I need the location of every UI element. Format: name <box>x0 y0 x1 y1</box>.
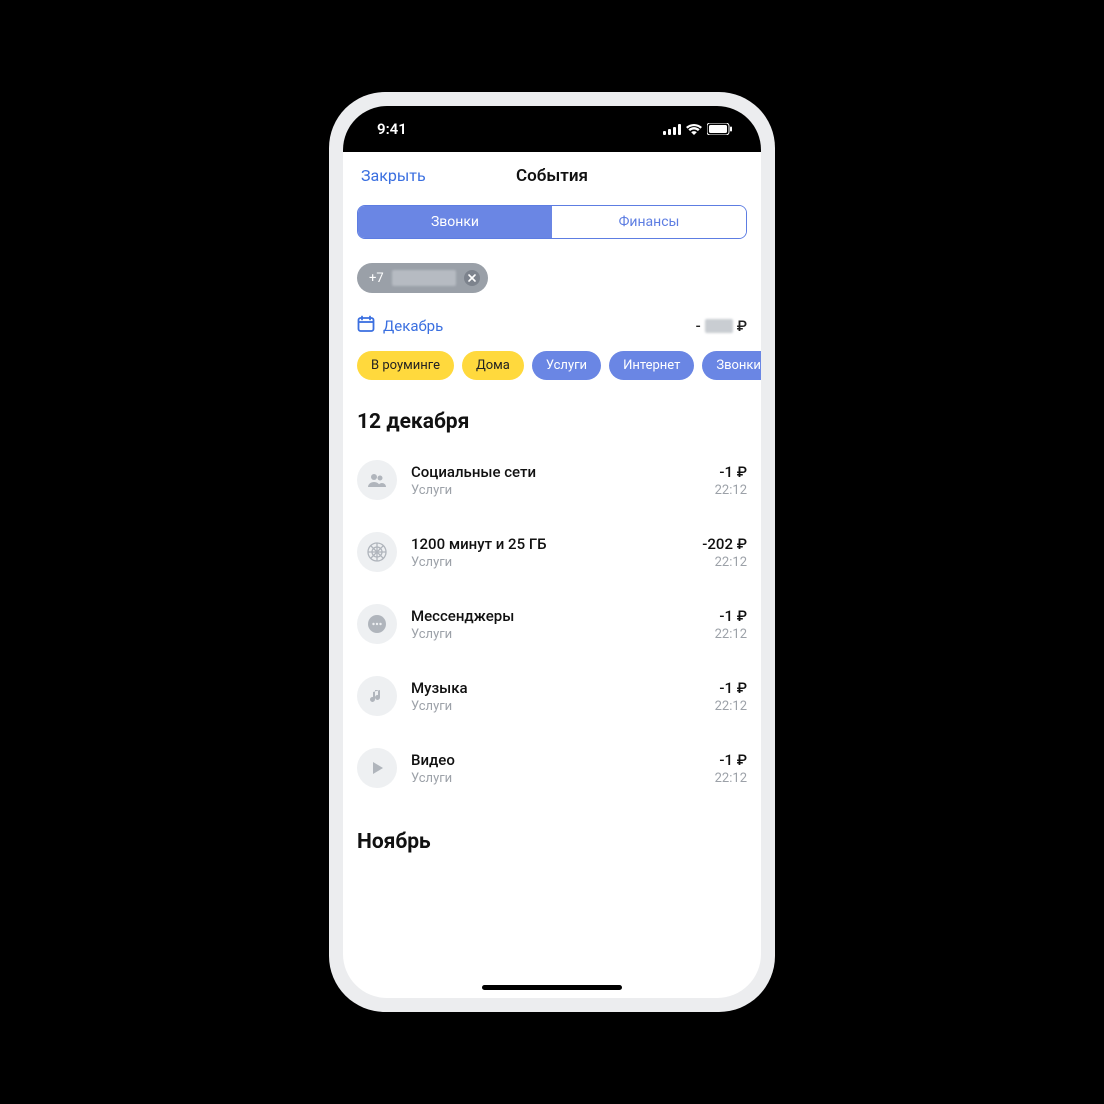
close-button[interactable]: Закрыть <box>361 166 426 185</box>
item-time: 22:12 <box>715 483 747 498</box>
item-amount: -1 ₽ <box>715 463 747 481</box>
item-title: 1200 минут и 25 ГБ <box>411 535 702 553</box>
play-icon <box>357 748 397 788</box>
item-amount: -1 ₽ <box>715 751 747 769</box>
item-category: Услуги <box>411 555 702 570</box>
item-category: Услуги <box>411 483 715 498</box>
nav-bar: Закрыть События <box>343 152 761 199</box>
chat-icon <box>357 604 397 644</box>
segmented-control: Звонки Финансы <box>357 205 747 239</box>
tab-calls[interactable]: Звонки <box>358 206 552 238</box>
list-item[interactable]: Социальные сети Услуги -1 ₽ 22:12 <box>357 444 747 516</box>
item-title: Музыка <box>411 679 715 697</box>
item-amount: -1 ₽ <box>715 607 747 625</box>
battery-icon <box>707 123 733 135</box>
event-list[interactable]: 12 декабря Социальные сети Услуги -1 ₽ 2… <box>343 384 761 998</box>
month-total: - ₽ <box>696 317 747 335</box>
section-date-1: 12 декабря <box>357 410 747 434</box>
chip-prefix: +7 <box>369 271 384 286</box>
item-title: Видео <box>411 751 715 769</box>
month-total-currency: ₽ <box>737 317 747 335</box>
month-row: Декабрь - ₽ <box>357 315 747 337</box>
screen: 9:41 Закрыть События Звонки Финансы <box>343 106 761 998</box>
list-item[interactable]: Музыка Услуги -1 ₽ 22:12 <box>357 660 747 732</box>
item-time: 22:12 <box>702 555 747 570</box>
item-title: Социальные сети <box>411 463 715 481</box>
calendar-icon <box>357 315 375 337</box>
month-label: Декабрь <box>383 317 443 335</box>
status-icons <box>663 123 733 135</box>
month-total-prefix: - <box>696 317 701 335</box>
item-amount: -1 ₽ <box>715 679 747 697</box>
section-month-2: Ноябрь <box>357 830 747 854</box>
month-picker[interactable]: Декабрь <box>357 315 443 337</box>
list-item[interactable]: Мессенджеры Услуги -1 ₽ 22:12 <box>357 588 747 660</box>
filter-services[interactable]: Услуги <box>532 351 601 380</box>
close-icon[interactable] <box>464 270 480 286</box>
filter-internet[interactable]: Интернет <box>609 351 694 380</box>
notch <box>447 106 657 136</box>
plan-icon <box>357 532 397 572</box>
people-icon <box>357 460 397 500</box>
home-indicator[interactable] <box>482 985 622 990</box>
signal-icon <box>663 124 681 135</box>
list-item[interactable]: Видео Услуги -1 ₽ 22:12 <box>357 732 747 804</box>
filter-roaming[interactable]: В роуминге <box>357 351 454 380</box>
item-title: Мессенджеры <box>411 607 715 625</box>
chip-redacted-number <box>392 270 456 286</box>
page-title: События <box>516 166 588 186</box>
phone-filter-chip[interactable]: +7 <box>357 263 488 293</box>
wifi-icon <box>686 124 702 135</box>
item-time: 22:12 <box>715 771 747 786</box>
filter-pills[interactable]: В роуминге Дома Услуги Интернет Звонки <box>343 351 761 384</box>
item-category: Услуги <box>411 699 715 714</box>
item-time: 22:12 <box>715 627 747 642</box>
item-amount: -202 ₽ <box>702 535 747 553</box>
item-time: 22:12 <box>715 699 747 714</box>
month-total-redacted <box>705 319 733 333</box>
music-icon <box>357 676 397 716</box>
filter-home[interactable]: Дома <box>462 351 524 380</box>
tab-finance[interactable]: Финансы <box>552 206 746 238</box>
filter-calls[interactable]: Звонки <box>702 351 761 380</box>
list-item[interactable]: 1200 минут и 25 ГБ Услуги -202 ₽ 22:12 <box>357 516 747 588</box>
phone-frame: 9:41 Закрыть События Звонки Финансы <box>329 92 775 1012</box>
item-category: Услуги <box>411 627 715 642</box>
item-category: Услуги <box>411 771 715 786</box>
status-time: 9:41 <box>377 120 407 138</box>
